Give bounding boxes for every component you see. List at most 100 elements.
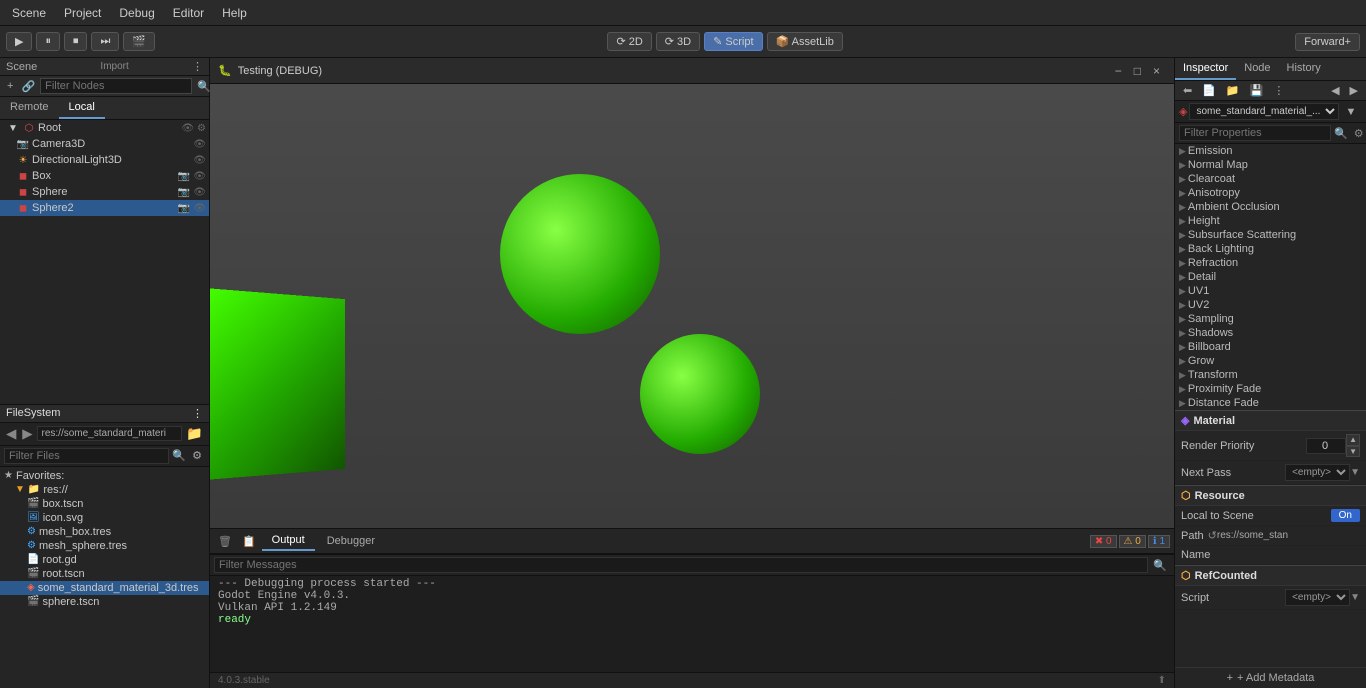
debug-filter-input[interactable] — [214, 557, 1148, 573]
local-to-scene-toggle[interactable]: On — [1331, 509, 1360, 522]
inspector-filter-input[interactable] — [1179, 125, 1331, 141]
tree-node-sphere2[interactable]: ◼ Sphere2 📷 👁 — [0, 200, 209, 216]
btn-assetlib[interactable]: 📦 AssetLib — [767, 32, 843, 51]
tab-remote[interactable]: Remote — [0, 97, 59, 119]
inspector-history-next[interactable]: ▶ — [1346, 83, 1362, 98]
menu-editor[interactable]: Editor — [165, 4, 212, 22]
debug-copy-btn[interactable]: 📋 — [238, 534, 260, 549]
fs-forward-btn[interactable]: ▶ — [20, 425, 34, 443]
fs-back-btn[interactable]: ◀ — [4, 425, 18, 443]
fs-path-input[interactable] — [37, 426, 183, 441]
render-priority-down-btn[interactable]: ▼ — [1346, 446, 1360, 458]
tree-node-box[interactable]: ◼ Box 📷 👁 — [0, 168, 209, 184]
fs-item-icon-svg[interactable]: 🖼 icon.svg — [0, 511, 209, 525]
light-visibility-btn[interactable]: 👁 — [192, 155, 207, 166]
error-badge[interactable]: ✖ 0 — [1090, 535, 1117, 548]
sphere-camera-btn[interactable]: 📷 — [177, 187, 191, 198]
prop-proximity-fade[interactable]: ▶ Proximity Fade — [1175, 382, 1366, 396]
info-badge[interactable]: ℹ 1 — [1148, 535, 1170, 548]
play-button[interactable]: ▶ — [6, 32, 32, 51]
prop-uv2[interactable]: ▶ UV2 — [1175, 298, 1366, 312]
inspector-folder-btn[interactable]: 📁 — [1222, 83, 1244, 98]
debug-filter-search[interactable]: 🔍 — [1150, 558, 1170, 573]
prop-ambient-occlusion[interactable]: ▶ Ambient Occlusion — [1175, 200, 1366, 214]
next-pass-dropdown-btn[interactable]: ▼ — [1350, 467, 1360, 478]
scene-options-btn[interactable]: ⋮ — [192, 60, 203, 73]
movie-button[interactable]: 🎬 — [123, 32, 155, 51]
inspector-more-btn[interactable]: ⋮ — [1269, 83, 1288, 98]
fs-item-sphere-tscn[interactable]: 🎬 sphere.tscn — [0, 595, 209, 609]
prop-back-lighting[interactable]: ▶ Back Lighting — [1175, 242, 1366, 256]
add-node-button[interactable]: + — [4, 79, 16, 93]
prop-transform[interactable]: ▶ Transform — [1175, 368, 1366, 382]
inspector-history-prev[interactable]: ◀ — [1327, 83, 1343, 98]
fs-item-box-tscn[interactable]: 🎬 box.tscn — [0, 497, 209, 511]
prop-clearcoat[interactable]: ▶ Clearcoat — [1175, 172, 1366, 186]
prop-detail[interactable]: ▶ Detail — [1175, 270, 1366, 284]
prop-uv1[interactable]: ▶ UV1 — [1175, 284, 1366, 298]
link-node-button[interactable]: 🔗 — [18, 79, 38, 94]
box-visibility-btn[interactable]: 👁 — [192, 171, 207, 182]
prop-subsurface-scattering[interactable]: ▶ Subsurface Scattering — [1175, 228, 1366, 242]
prop-billboard[interactable]: ▶ Billboard — [1175, 340, 1366, 354]
btn-3d[interactable]: ⟳ 3D — [656, 32, 700, 51]
prop-anisotropy[interactable]: ▶ Anisotropy — [1175, 186, 1366, 200]
fs-item-res[interactable]: ▼ 📁 res:// — [0, 483, 209, 497]
game-maximize-btn[interactable]: □ — [1128, 62, 1147, 80]
sphere2-camera-btn[interactable]: 📷 — [177, 203, 191, 214]
prop-grow[interactable]: ▶ Grow — [1175, 354, 1366, 368]
prop-emission[interactable]: ▶ Emission — [1175, 144, 1366, 158]
fs-folder-btn[interactable]: 📁 — [184, 425, 205, 443]
root-visibility-btn[interactable]: 👁 — [180, 123, 195, 134]
tree-node-sphere[interactable]: ◼ Sphere 📷 👁 — [0, 184, 209, 200]
next-pass-select[interactable]: <empty> — [1285, 464, 1350, 481]
script-prop-dropdown[interactable]: ▼ — [1350, 592, 1360, 603]
debug-clear-btn[interactable]: 🗑 — [214, 534, 236, 549]
tab-inspector[interactable]: Inspector — [1175, 58, 1236, 80]
camera3d-visibility-btn[interactable]: 👁 — [192, 139, 207, 150]
prop-normal-map[interactable]: ▶ Normal Map — [1175, 158, 1366, 172]
menu-scene[interactable]: Scene — [4, 4, 54, 22]
menu-debug[interactable]: Debug — [111, 4, 162, 22]
tree-node-directionallight3d[interactable]: ☀ DirectionalLight3D 👁 — [0, 152, 209, 168]
render-priority-input[interactable] — [1306, 438, 1346, 454]
inspector-back-btn[interactable]: ⬅ — [1179, 83, 1196, 98]
fs-item-material[interactable]: ◈ some_standard_material_3d.tres — [0, 581, 209, 595]
root-lock-btn[interactable]: ⚙ — [196, 123, 207, 134]
debug-tab-debugger[interactable]: Debugger — [317, 532, 385, 550]
inspector-file-btn[interactable]: 📄 — [1198, 83, 1220, 98]
stop-button[interactable]: ⏹ — [64, 32, 88, 51]
game-close-btn[interactable]: × — [1147, 62, 1166, 80]
render-priority-up-btn[interactable]: ▲ — [1346, 434, 1360, 446]
menu-project[interactable]: Project — [56, 4, 109, 22]
prop-shadows[interactable]: ▶ Shadows — [1175, 326, 1366, 340]
fs-item-mesh-box[interactable]: ⚙ mesh_box.tres — [0, 525, 209, 539]
game-viewport[interactable] — [210, 84, 1174, 528]
tab-local[interactable]: Local — [59, 97, 105, 119]
tab-history[interactable]: History — [1279, 58, 1329, 80]
inspector-save-btn[interactable]: 💾 — [1246, 83, 1268, 98]
sphere2-visibility-btn[interactable]: 👁 — [192, 203, 207, 214]
fs-item-root-gd[interactable]: 📄 root.gd — [0, 553, 209, 567]
tree-node-root[interactable]: ▼ ⬡ Root 👁 ⚙ — [0, 120, 209, 136]
prop-sampling[interactable]: ▶ Sampling — [1175, 312, 1366, 326]
filesystem-options-btn[interactable]: ⋮ — [192, 407, 203, 420]
resource-options-btn[interactable]: ▼ — [1341, 105, 1360, 119]
tab-node[interactable]: Node — [1236, 58, 1278, 80]
btn-2d[interactable]: ⟳ 2D — [607, 32, 651, 51]
path-reload-btn[interactable]: ↺ — [1208, 529, 1217, 542]
warning-badge[interactable]: ⚠ 0 — [1119, 535, 1146, 548]
fs-filter-search-btn[interactable]: 🔍 — [169, 448, 189, 463]
btn-forward-plus[interactable]: Forward+ — [1295, 33, 1360, 51]
inspector-filter-options[interactable]: ⚙ — [1351, 126, 1366, 141]
step-button[interactable]: ⏭ — [91, 32, 119, 51]
filter-nodes-input[interactable] — [40, 78, 192, 94]
fs-filter-options-btn[interactable]: ⚙ — [189, 448, 205, 463]
fs-item-mesh-sphere[interactable]: ⚙ mesh_sphere.tres — [0, 539, 209, 553]
prop-distance-fade[interactable]: ▶ Distance Fade — [1175, 396, 1366, 410]
fs-item-root-tscn[interactable]: 🎬 root.tscn — [0, 567, 209, 581]
resource-type-select[interactable]: some_standard_material_... — [1189, 103, 1339, 120]
add-metadata-btn[interactable]: + + Add Metadata — [1175, 667, 1366, 688]
prop-height[interactable]: ▶ Height — [1175, 214, 1366, 228]
prop-refraction[interactable]: ▶ Refraction — [1175, 256, 1366, 270]
